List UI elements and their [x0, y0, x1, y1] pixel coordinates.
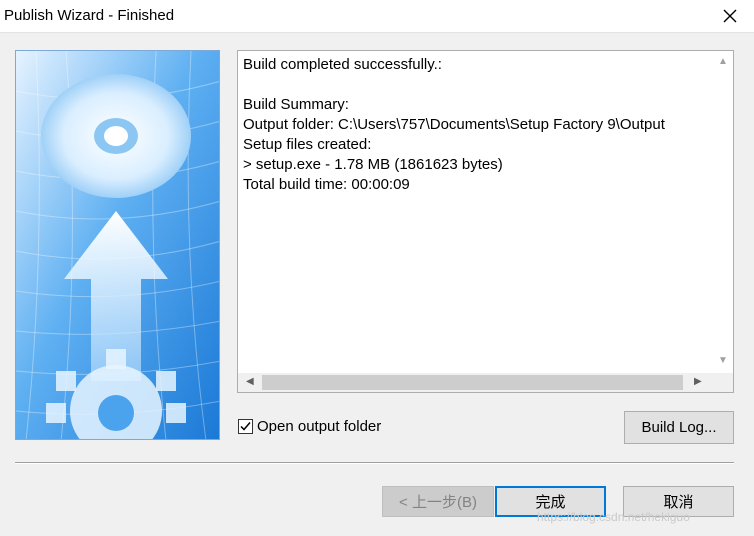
scroll-up-icon[interactable]: ▲ [718, 57, 728, 67]
scroll-down-icon[interactable]: ▼ [718, 356, 728, 366]
build-log-textbox[interactable]: Build completed successfully.: Build Sum… [237, 50, 734, 393]
wizard-side-image [15, 50, 220, 440]
open-output-folder-option[interactable]: Open output folder [238, 416, 381, 436]
watermark: https://blog.csdn.net/hekiguo [537, 510, 690, 524]
close-button[interactable] [712, 2, 748, 30]
close-icon [723, 9, 737, 23]
open-output-folder-label[interactable]: Open output folder [257, 418, 381, 435]
horizontal-scrollbar[interactable]: ◀ ▶ [238, 373, 713, 392]
title-bar: Publish Wizard - Finished [0, 0, 754, 33]
build-log-text: Build completed successfully.: Build Sum… [243, 56, 665, 193]
open-output-folder-checkbox[interactable] [238, 418, 253, 434]
vertical-scrollbar[interactable]: ▲ ▼ [713, 51, 733, 373]
back-button[interactable]: < 上一步(B) [382, 486, 494, 517]
scroll-right-icon[interactable]: ▶ [694, 377, 702, 387]
scrollbar-corner [713, 373, 733, 392]
build-log-button[interactable]: Build Log... [624, 411, 734, 444]
window-title: Publish Wizard - Finished [4, 7, 175, 24]
checkmark-icon [240, 421, 251, 431]
cd-gear-illustration [16, 51, 219, 439]
scroll-left-icon[interactable]: ◀ [246, 377, 254, 387]
horizontal-scroll-thumb[interactable] [262, 375, 683, 390]
separator [15, 462, 734, 464]
